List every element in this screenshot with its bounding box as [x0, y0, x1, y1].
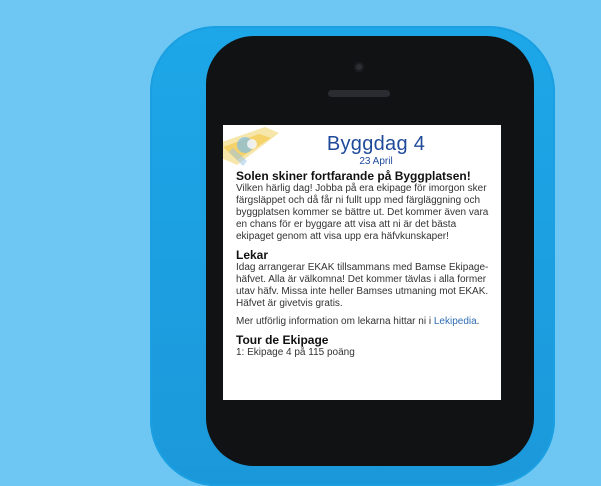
section-heading: Lekar — [236, 248, 269, 262]
article-content: Solen skiner fortfarande på Byggplatsen!… — [236, 170, 496, 359]
section-paragraph: Vilken härlig dag! Jobba på era ekipage … — [236, 183, 489, 242]
page-date: 23 April — [359, 156, 393, 167]
front-camera — [354, 62, 364, 72]
earpiece-speaker — [328, 90, 390, 97]
section-paragraph: Idag arrangerar EKAK tillsammans med Bam… — [236, 262, 489, 309]
section-heading: Tour de Ekipage — [236, 333, 329, 347]
more-info-suffix: . — [476, 316, 480, 327]
more-info-text: Mer utförlig information om lekarna hitt… — [236, 316, 496, 328]
section-paragraph: 1: Ekipage 4 på 115 poäng — [236, 347, 355, 358]
section-heading: Solen skiner fortfarande på Byggplatsen! — [236, 169, 471, 183]
page-title: Byggdag 4 — [326, 133, 426, 155]
more-info-prefix: Mer utförlig information om lekarna hitt… — [236, 316, 434, 327]
phone-screen: Byggdag 4 23 April Solen skiner fortfara… — [223, 125, 501, 400]
lekipedia-link[interactable]: Lekipedia — [434, 316, 477, 327]
